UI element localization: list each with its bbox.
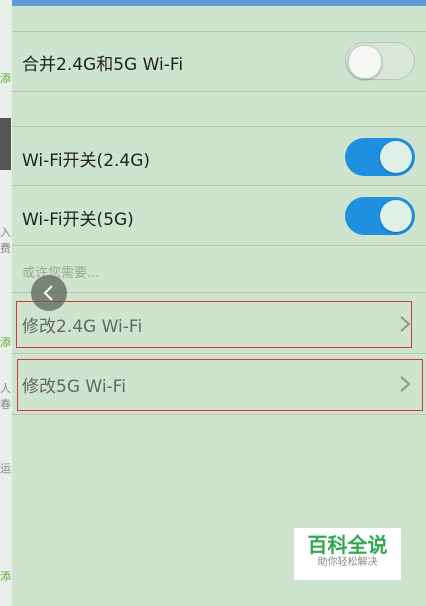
divider: [12, 31, 426, 32]
background-tag: 添: [0, 570, 11, 583]
background-tag: 入费: [0, 226, 11, 255]
highlight-box-5g: [17, 359, 423, 411]
merge-wifi-toggle[interactable]: [345, 42, 415, 80]
wifi-24g-label: Wi-Fi开关(2.4G): [22, 151, 151, 171]
divider: [12, 245, 426, 246]
top-bar: [12, 0, 426, 6]
background-tag: 人春: [0, 382, 11, 411]
back-button[interactable]: [31, 275, 67, 311]
divider: [12, 292, 426, 293]
divider: [12, 185, 426, 186]
merge-wifi-label: 合并2.4G和5G Wi-Fi: [22, 55, 184, 75]
toggle-knob: [380, 200, 412, 232]
toggle-knob: [380, 141, 412, 173]
background-tag: 添: [0, 72, 11, 85]
wifi-5g-label: Wi-Fi开关(5G): [22, 210, 134, 230]
highlight-box-24g: [16, 301, 412, 348]
divider: [12, 91, 426, 92]
watermark-subtitle: 助你轻松解决: [317, 557, 378, 568]
background-tag: 运: [0, 462, 11, 475]
watermark-title: 百科全说: [307, 533, 388, 557]
watermark-logo: 百科全说 助你轻松解决: [294, 528, 401, 580]
background-thumbnail: [0, 118, 11, 170]
chevron-left-icon: [43, 285, 53, 301]
toggle-knob: [348, 45, 382, 79]
divider: [12, 414, 426, 415]
background-tag: 添: [0, 336, 11, 349]
wifi-5g-toggle[interactable]: [345, 197, 415, 235]
divider: [12, 126, 426, 127]
wifi-24g-toggle[interactable]: [345, 138, 415, 176]
